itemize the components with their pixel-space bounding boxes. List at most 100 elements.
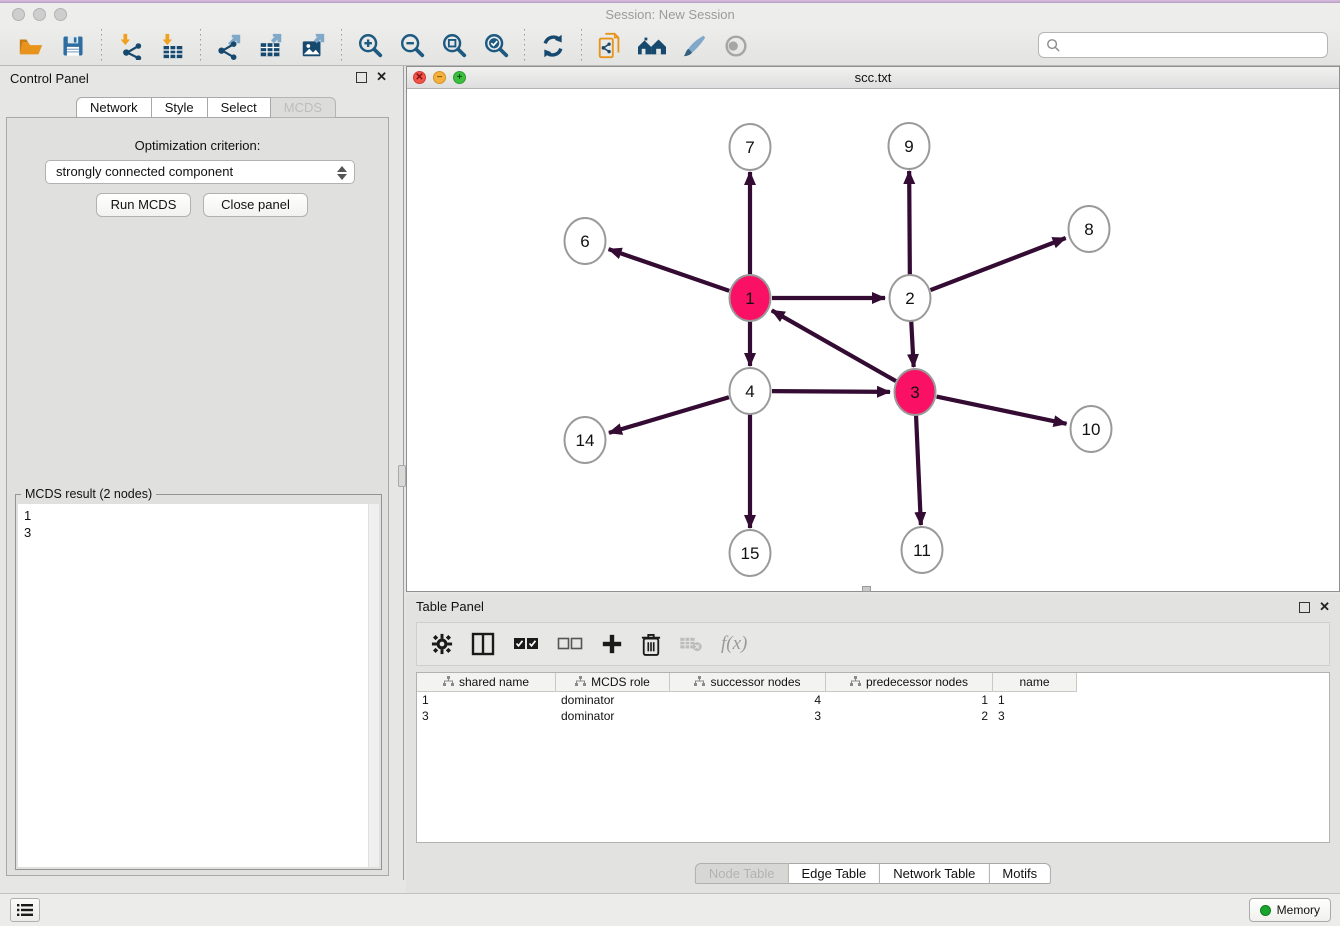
network-window-titlebar[interactable]: ✕ − + scc.txt (407, 67, 1339, 89)
import-network-icon[interactable] (113, 29, 147, 63)
mcds-result-group: MCDS result (2 nodes) 1 3 (15, 494, 382, 870)
tab-select[interactable]: Select (208, 97, 271, 118)
close-panel-icon[interactable]: ✕ (376, 69, 387, 85)
tab-node-table[interactable]: Node Table (695, 863, 789, 884)
float-panel-icon[interactable] (356, 72, 367, 83)
network-from-selection-icon[interactable] (593, 29, 627, 63)
zoom-in-icon[interactable] (353, 29, 387, 63)
node-14[interactable]: 14 (565, 417, 606, 463)
table-panel-title: Table Panel (416, 599, 484, 614)
delete-column-icon[interactable] (641, 629, 661, 659)
node-1[interactable]: 1 (730, 275, 771, 321)
close-table-panel-icon[interactable]: ✕ (1319, 599, 1330, 615)
show-columns-icon[interactable] (471, 629, 495, 659)
search-icon (1046, 38, 1061, 53)
export-image-icon[interactable] (296, 29, 330, 63)
open-session-icon[interactable] (14, 29, 48, 63)
edge-2-3[interactable] (911, 320, 914, 367)
memory-button[interactable]: Memory (1249, 898, 1331, 922)
add-column-icon[interactable] (601, 629, 623, 659)
column-header-name[interactable]: name (993, 673, 1077, 692)
column-header-successor-nodes[interactable]: successor nodes (670, 673, 826, 692)
style-brush-icon[interactable] (677, 29, 711, 63)
edge-4-14[interactable] (609, 397, 729, 433)
edge-3-10[interactable] (937, 397, 1067, 424)
table-cell[interactable]: 2 (826, 708, 993, 724)
zoom-selected-icon[interactable] (479, 29, 513, 63)
refresh-icon[interactable] (536, 29, 570, 63)
home-icon[interactable] (635, 29, 669, 63)
window-resize-gripper[interactable] (862, 586, 871, 592)
search-input[interactable] (1066, 35, 1327, 55)
table-row[interactable]: 1dominator411 (417, 692, 1329, 708)
select-all-columns-icon[interactable] (513, 629, 539, 659)
network-canvas[interactable]: 7 9 6 8 1 2 4 3 14 10 15 11 (407, 89, 1339, 591)
node-10[interactable]: 10 (1071, 406, 1112, 452)
toolbar-separator (341, 29, 342, 63)
tab-edge-table[interactable]: Edge Table (788, 863, 880, 884)
export-table-icon[interactable] (254, 29, 288, 63)
column-header-MCDS-role[interactable]: MCDS role (556, 673, 670, 692)
table-cell[interactable]: 1 (417, 692, 556, 708)
criterion-select[interactable]: strongly connected component (45, 160, 355, 184)
edge-1-6[interactable] (609, 249, 730, 291)
app-window: Session: New Session (0, 0, 1340, 926)
node-6[interactable]: 6 (565, 218, 606, 264)
table-row[interactable]: 3dominator323 (417, 708, 1329, 724)
table-cell[interactable]: 3 (417, 708, 556, 724)
edge-4-3[interactable] (772, 391, 890, 392)
close-panel-button[interactable]: Close panel (203, 193, 308, 217)
toolbar-separator (581, 29, 582, 63)
deselect-all-columns-icon[interactable] (557, 629, 583, 659)
tab-mcds[interactable]: MCDS (271, 97, 336, 118)
mcds-result-title: MCDS result (2 nodes) (21, 487, 156, 501)
save-session-icon[interactable] (56, 29, 90, 63)
node-8[interactable]: 8 (1069, 206, 1110, 252)
edge-2-9[interactable] (909, 171, 910, 276)
result-scrollbar[interactable] (368, 504, 379, 867)
node-15[interactable]: 15 (730, 530, 771, 576)
export-network-icon[interactable] (212, 29, 246, 63)
import-table-icon[interactable] (155, 29, 189, 63)
node-11[interactable]: 11 (902, 527, 943, 573)
main-toolbar (0, 26, 1340, 66)
node-3[interactable]: 3 (895, 369, 936, 415)
edge-3-11[interactable] (916, 414, 921, 525)
tab-network-table[interactable]: Network Table (880, 863, 989, 884)
table-cell[interactable]: 1 (993, 692, 1077, 708)
node-9[interactable]: 9 (889, 123, 930, 169)
tab-network[interactable]: Network (76, 97, 152, 118)
table-cell[interactable]: dominator (556, 708, 670, 724)
column-header-shared-name[interactable]: shared name (417, 673, 556, 692)
zoom-fit-icon[interactable] (437, 29, 471, 63)
toolbar-separator (524, 29, 525, 63)
task-history-button[interactable] (10, 898, 40, 922)
memory-label: Memory (1277, 903, 1320, 917)
run-mcds-button[interactable]: Run MCDS (96, 193, 191, 217)
zoom-out-icon[interactable] (395, 29, 429, 63)
edge-3-1[interactable] (772, 310, 896, 381)
optimization-criterion-label: Optimization criterion: (7, 138, 388, 153)
node-7[interactable]: 7 (730, 124, 771, 170)
table-cell[interactable]: 3 (670, 708, 826, 724)
delete-table-icon (679, 629, 703, 659)
table-cell[interactable]: dominator (556, 692, 670, 708)
node-2[interactable]: 2 (890, 275, 931, 321)
table-cell[interactable]: 4 (670, 692, 826, 708)
toolbar-separator (200, 29, 201, 63)
float-table-panel-icon[interactable] (1299, 602, 1310, 613)
column-header-predecessor-nodes[interactable]: predecessor nodes (826, 673, 993, 692)
search-field[interactable] (1038, 32, 1328, 58)
tab-motifs[interactable]: Motifs (989, 863, 1051, 884)
edge-2-8[interactable] (931, 238, 1066, 290)
eye-icon[interactable] (719, 29, 753, 63)
node-4[interactable]: 4 (730, 368, 771, 414)
table-panel-header: Table Panel ✕ (406, 594, 1340, 620)
status-bar: Memory (0, 893, 1340, 926)
mcds-result-textarea[interactable]: 1 3 (18, 504, 379, 867)
table-settings-icon[interactable] (431, 629, 453, 659)
table-cell[interactable]: 1 (826, 692, 993, 708)
table-cell[interactable]: 3 (993, 708, 1077, 724)
tab-style[interactable]: Style (152, 97, 208, 118)
panel-splitter-handle[interactable] (398, 465, 406, 487)
